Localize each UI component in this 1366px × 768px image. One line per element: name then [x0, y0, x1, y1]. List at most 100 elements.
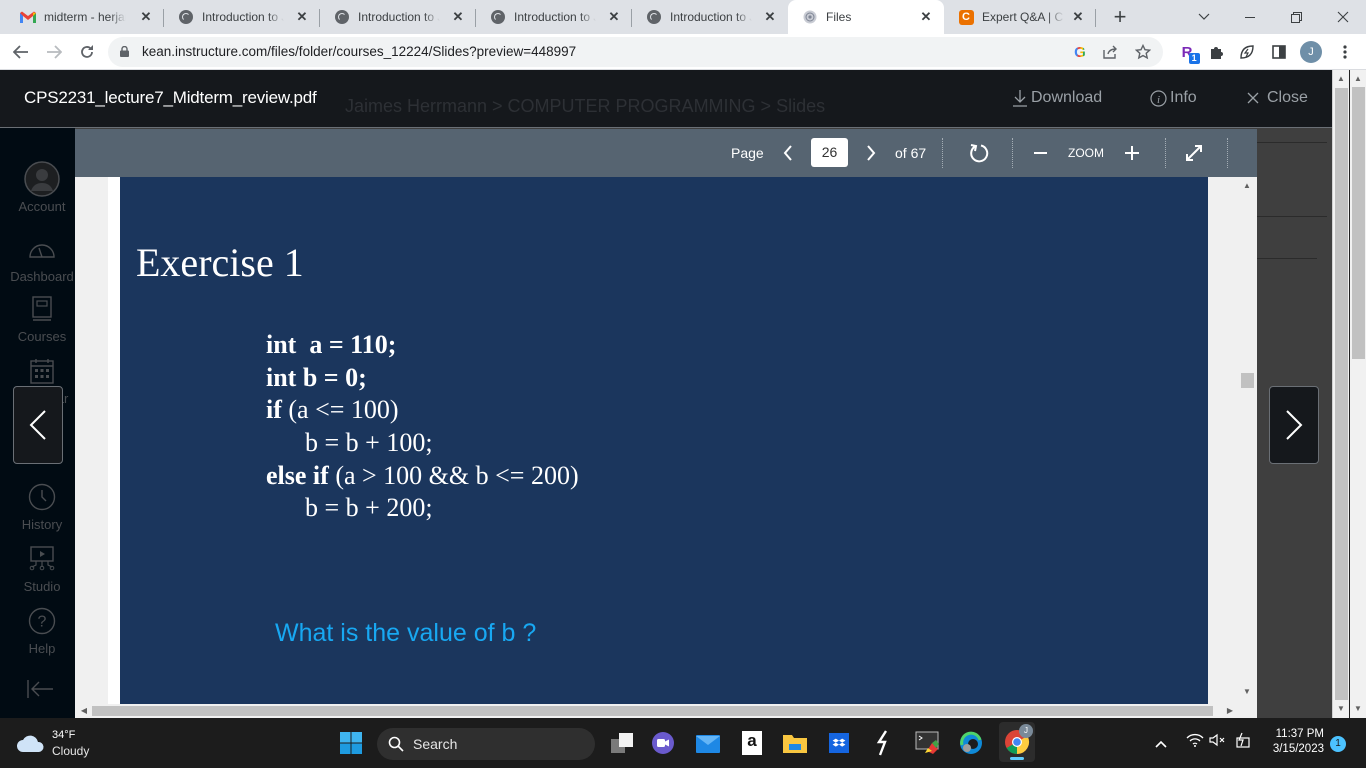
amazon-app-button[interactable]: a	[736, 727, 768, 759]
close-tab-icon[interactable]: ✕	[294, 9, 310, 25]
mail-app-button[interactable]	[692, 727, 724, 759]
zoom-out-button[interactable]	[1028, 141, 1052, 165]
restore-button[interactable]	[1273, 0, 1319, 34]
scroll-down-icon[interactable]: ▼	[1334, 704, 1348, 713]
share-icon[interactable]	[1101, 42, 1121, 62]
fullscreen-button[interactable]	[1182, 141, 1206, 165]
terminal-app-button[interactable]	[912, 727, 944, 759]
bookmark-star-icon[interactable]	[1133, 42, 1153, 62]
tab-chegg[interactable]: C Expert Q&A | Che ✕	[944, 0, 1096, 34]
side-panel-button[interactable]	[1268, 41, 1290, 63]
code-block: int a = 110; int b = 0; if (a <= 100) b …	[266, 329, 579, 525]
nav-courses[interactable]: Courses	[0, 291, 84, 344]
zoom-in-button[interactable]	[1120, 141, 1144, 165]
address-bar[interactable]: kean.instructure.com/files/folder/course…	[108, 37, 1163, 67]
tab-intro-java-1[interactable]: Introduction to Ja ✕	[164, 0, 320, 34]
tab-search-button[interactable]	[1181, 0, 1227, 34]
show-hidden-icons-button[interactable]	[1155, 735, 1167, 753]
chevron-right-icon	[1286, 410, 1303, 440]
mail-icon	[696, 735, 720, 753]
close-tab-icon[interactable]: ✕	[606, 9, 622, 25]
new-tab-button[interactable]: +	[1108, 6, 1132, 30]
url-text[interactable]: kean.instructure.com/files/folder/course…	[142, 44, 576, 59]
next-file-button[interactable]	[1269, 386, 1319, 464]
page-vertical-scrollbar[interactable]: ▲ ▼	[1332, 70, 1349, 718]
extension-leaf-button[interactable]	[1236, 41, 1258, 63]
scroll-down-icon[interactable]: ▼	[1240, 687, 1254, 696]
wifi-button[interactable]	[1186, 733, 1204, 752]
start-button[interactable]	[335, 727, 367, 759]
page-label: Page	[731, 145, 764, 161]
nav-dashboard[interactable]: Dashboard	[0, 231, 84, 284]
volume-button[interactable]	[1209, 733, 1227, 752]
chrome-button[interactable]: J	[999, 722, 1035, 762]
app-bolt-button[interactable]	[867, 727, 899, 759]
ghost-breadcrumb: Jaimes Herrmann > COMPUTER PROGRAMMING >…	[345, 96, 826, 116]
nav-account[interactable]: Account	[0, 161, 84, 214]
close-tab-icon[interactable]: ✕	[762, 9, 778, 25]
scroll-right-icon[interactable]: ▶	[1223, 706, 1237, 715]
page-number-input[interactable]: 26	[811, 138, 848, 167]
extensions-button[interactable]	[1206, 41, 1228, 63]
back-button[interactable]	[9, 40, 33, 64]
scroll-thumb[interactable]	[1352, 87, 1365, 359]
svg-text:i: i	[1157, 94, 1160, 106]
close-window-button[interactable]	[1320, 0, 1366, 34]
scroll-left-icon[interactable]: ◀	[77, 706, 91, 715]
clock[interactable]: 11:37 PM 3/15/2023	[1264, 728, 1324, 755]
notification-badge[interactable]: 1	[1330, 736, 1346, 752]
tab-intro-java-3[interactable]: Introduction to Ja ✕	[476, 0, 632, 34]
code-line: b = b + 100;	[266, 428, 433, 458]
next-page-button[interactable]	[859, 141, 883, 165]
tab-intro-java-2[interactable]: Introduction to Ja ✕	[320, 0, 476, 34]
chevron-up-icon	[1155, 740, 1167, 748]
profile-button[interactable]: J	[1300, 41, 1322, 63]
task-view-button[interactable]	[606, 727, 638, 759]
tab-files[interactable]: Files ✕	[788, 0, 944, 34]
forward-button[interactable]	[42, 40, 66, 64]
code-line: b = b + 200;	[266, 493, 433, 523]
browser-menu-button[interactable]	[1334, 41, 1356, 63]
scroll-thumb[interactable]	[1241, 373, 1254, 388]
battery-charging-icon	[1236, 732, 1250, 748]
teams-chat-button[interactable]	[647, 727, 679, 759]
previous-file-button[interactable]	[13, 386, 63, 464]
rotate-button[interactable]	[967, 141, 991, 165]
scroll-up-icon[interactable]: ▲	[1351, 74, 1365, 83]
download-button[interactable]: Download	[1012, 89, 1102, 107]
minimize-button[interactable]	[1227, 0, 1273, 34]
tab-gmail[interactable]: midterm - herjam ✕	[6, 0, 164, 34]
scroll-thumb[interactable]	[1335, 88, 1348, 700]
nav-help[interactable]: ? Help	[0, 603, 84, 656]
tab-intro-java-4[interactable]: Introduction to Ja ✕	[632, 0, 788, 34]
close-preview-button[interactable]: Close	[1246, 89, 1308, 107]
restore-icon	[1290, 11, 1302, 23]
battery-button[interactable]	[1234, 732, 1252, 755]
close-tab-icon[interactable]: ✕	[1070, 9, 1086, 25]
leaf-bolt-icon	[1240, 45, 1254, 59]
nav-studio[interactable]: Studio	[0, 541, 84, 594]
close-tab-icon[interactable]: ✕	[138, 9, 154, 25]
document-vertical-scrollbar[interactable]: ▲ ▼	[1238, 177, 1257, 704]
scroll-up-icon[interactable]: ▲	[1334, 74, 1348, 83]
file-explorer-button[interactable]	[779, 727, 811, 759]
window-vertical-scrollbar[interactable]: ▲ ▼	[1349, 70, 1366, 718]
bolt-icon	[876, 730, 888, 756]
nav-history[interactable]: History	[0, 479, 84, 532]
dropbox-button[interactable]	[823, 727, 855, 759]
info-button[interactable]: i Info	[1150, 89, 1197, 107]
collapse-nav-button[interactable]	[26, 679, 54, 704]
scroll-thumb[interactable]	[92, 706, 1213, 716]
scroll-down-icon[interactable]: ▼	[1351, 704, 1365, 713]
scroll-up-icon[interactable]: ▲	[1240, 181, 1254, 190]
close-tab-icon[interactable]: ✕	[450, 9, 466, 25]
reload-button[interactable]	[75, 40, 99, 64]
weather-widget[interactable]: 34°F Cloudy	[14, 728, 134, 760]
close-tab-icon[interactable]: ✕	[918, 9, 934, 25]
edge-browser-button[interactable]	[955, 727, 987, 759]
prev-page-button[interactable]	[776, 141, 800, 165]
taskbar-search[interactable]: Search	[377, 728, 595, 760]
document-horizontal-scrollbar[interactable]: ◀ ▶	[75, 704, 1238, 718]
extension-r-button[interactable]: R 1	[1176, 41, 1200, 64]
google-translate-icon[interactable]: G	[1070, 42, 1090, 62]
